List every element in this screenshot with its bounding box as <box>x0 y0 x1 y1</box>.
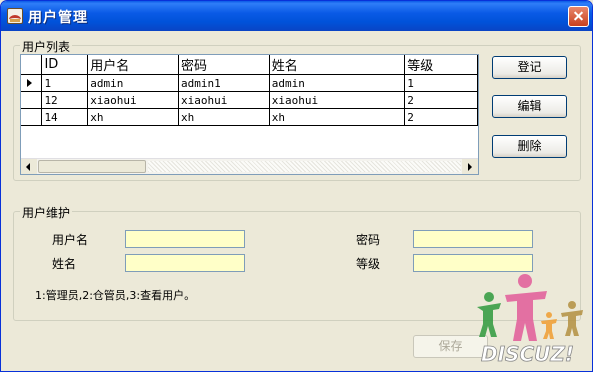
grid-corner <box>21 55 43 75</box>
user-list-legend: 用户列表 <box>20 38 73 55</box>
table-row[interactable]: 1 admin admin1 admin 1 <box>21 74 478 92</box>
scroll-track[interactable] <box>148 161 461 172</box>
user-grid[interactable]: ID 用户名 密码 姓名 等级 1 admin admin1 admin 1 1… <box>20 54 479 175</box>
password-label: 密码 <box>356 233 381 247</box>
cell-password[interactable]: xiaohui <box>178 91 270 109</box>
cell-id[interactable]: 12 <box>41 91 89 109</box>
level-legend-note: 1:管理员,2:仓管员,3:查看用户。 <box>35 289 196 302</box>
cell-level[interactable]: 2 <box>404 108 478 126</box>
table-row[interactable]: 14 xh xh xh 2 <box>21 108 478 126</box>
name-label: 姓名 <box>52 257 77 271</box>
row-selector[interactable] <box>21 91 43 109</box>
column-header-password[interactable]: 密码 <box>178 55 270 75</box>
save-button[interactable]: 保存 <box>413 335 488 358</box>
table-row[interactable]: 12 xiaohui xiaohui xiaohui 2 <box>21 91 478 109</box>
close-icon[interactable] <box>568 6 589 27</box>
level-field[interactable] <box>413 254 533 272</box>
cell-name[interactable]: admin <box>269 74 406 92</box>
cell-level[interactable]: 1 <box>404 74 478 92</box>
scroll-left-icon[interactable] <box>21 159 37 174</box>
scroll-thumb[interactable] <box>38 160 146 173</box>
cell-username[interactable]: admin <box>87 74 180 92</box>
column-header-name[interactable]: 姓名 <box>269 55 406 75</box>
user-maintenance-legend: 用户维护 <box>20 204 73 221</box>
cell-id[interactable]: 14 <box>41 108 89 126</box>
username-label: 用户名 <box>52 233 89 247</box>
password-field[interactable] <box>413 230 533 248</box>
cell-password[interactable]: xh <box>178 108 270 126</box>
horizontal-scrollbar[interactable] <box>21 158 478 174</box>
delete-button[interactable]: 删除 <box>492 135 567 158</box>
cell-name[interactable]: xiaohui <box>269 91 406 109</box>
current-row-icon <box>27 79 32 87</box>
grid-header-row: ID 用户名 密码 姓名 等级 <box>21 55 478 75</box>
level-label: 等级 <box>356 257 381 271</box>
name-field[interactable] <box>125 254 245 272</box>
app-icon <box>7 8 23 24</box>
watermark-text: DISCUZ! <box>481 342 574 366</box>
cell-password[interactable]: admin1 <box>178 74 270 92</box>
title-bar[interactable]: 用户管理 <box>1 1 592 31</box>
column-header-level[interactable]: 等级 <box>404 55 478 75</box>
cell-name[interactable]: xh <box>269 108 406 126</box>
edit-button[interactable]: 编辑 <box>492 95 567 118</box>
column-header-username[interactable]: 用户名 <box>87 55 180 75</box>
cell-username[interactable]: xh <box>87 108 180 126</box>
column-header-id[interactable]: ID <box>41 55 89 75</box>
register-button[interactable]: 登记 <box>492 56 567 79</box>
cell-level[interactable]: 2 <box>404 91 478 109</box>
user-management-window: 用户管理 用户列表 ID 用户名 密码 姓名 等级 1 admin admin1… <box>0 0 593 372</box>
row-selector[interactable] <box>21 74 43 92</box>
cell-username[interactable]: xiaohui <box>87 91 180 109</box>
row-selector[interactable] <box>21 108 43 126</box>
scroll-right-icon[interactable] <box>462 159 478 174</box>
username-field[interactable] <box>125 230 245 248</box>
window-title: 用户管理 <box>28 10 88 26</box>
cell-id[interactable]: 1 <box>41 74 89 92</box>
